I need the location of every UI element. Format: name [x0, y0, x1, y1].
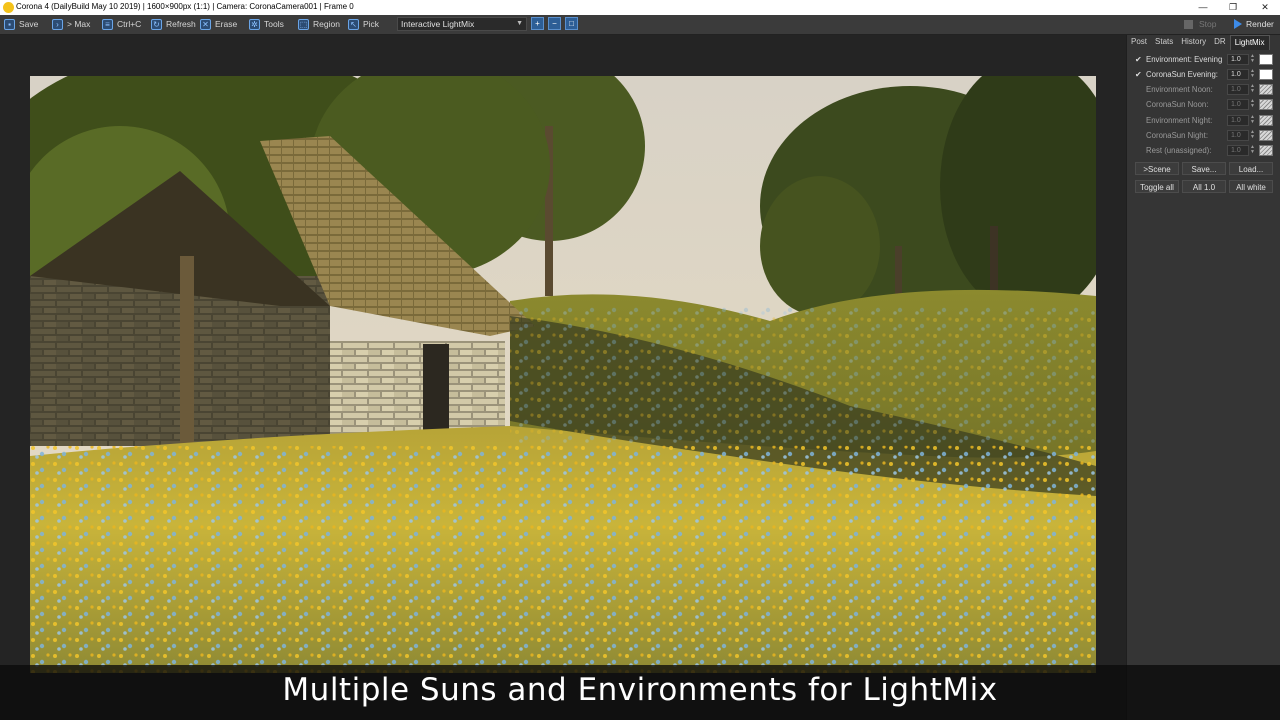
tab-post[interactable]: Post — [1127, 35, 1151, 49]
lightmix-row: ✔ Environment: Evening 1.0 ▲ ▼ — [1135, 54, 1277, 67]
lightmix-row: ✔ CoronaSun Evening: 1.0 ▲ ▼ — [1135, 69, 1277, 82]
region-button[interactable]: ⬚ Region — [298, 17, 340, 31]
copy-button[interactable]: ≡ Ctrl+C — [102, 17, 141, 31]
restore-button[interactable]: ❐ — [1218, 0, 1248, 15]
lightmix-intensity-input[interactable]: 1.0 — [1227, 69, 1249, 80]
lightmix-color-swatch[interactable] — [1259, 130, 1273, 141]
lightmix-intensity-input[interactable]: 1.0 — [1227, 84, 1249, 95]
lightmix-color-swatch[interactable] — [1259, 115, 1273, 126]
lightmix-intensity-input[interactable]: 1.0 — [1227, 115, 1249, 126]
lightmix-label: Environment Night: — [1146, 116, 1213, 125]
spinner-icon[interactable]: ▲ ▼ — [1250, 54, 1257, 65]
lightmix-color-swatch[interactable] — [1259, 69, 1273, 80]
lightmix-checkbox[interactable]: ✔ — [1135, 71, 1142, 79]
lightmix-label: CoronaSun Evening: — [1146, 70, 1218, 79]
chevron-down-icon: ▼ — [516, 20, 523, 27]
panel-tabs: Post Stats History DR LightMix — [1127, 35, 1280, 50]
zoom-fit-icon[interactable]: □ — [565, 17, 578, 30]
stop-button[interactable]: Stop — [1184, 17, 1217, 31]
pick-cursor-icon: ↖ — [348, 18, 359, 30]
send-to-max-button[interactable]: › > Max — [52, 17, 90, 31]
tools-button[interactable]: ✲ Tools — [249, 17, 284, 31]
copy-icon: ≡ — [102, 18, 113, 30]
save-icon: ▪ — [4, 18, 15, 30]
gear-icon: ✲ — [249, 18, 260, 30]
tab-dr[interactable]: DR — [1210, 35, 1230, 49]
window-title: Corona 4 (DailyBuild May 10 2019) | 1600… — [16, 2, 354, 11]
lightmix-label: Environment: Evening — [1146, 55, 1223, 64]
zoom-in-icon[interactable]: + — [531, 17, 544, 30]
spinner-icon[interactable]: ▲ ▼ — [1250, 84, 1257, 95]
max-icon: › — [52, 18, 63, 30]
channel-dropdown[interactable]: Interactive LightMix ▼ — [397, 17, 527, 31]
erase-icon: ✕ — [200, 18, 211, 30]
corona-app-icon — [3, 2, 14, 13]
lightmix-checkbox[interactable] — [1135, 101, 1142, 108]
all-white-button[interactable]: All white — [1229, 180, 1273, 193]
spinner-icon[interactable]: ▲ ▼ — [1250, 69, 1257, 80]
lightmix-intensity-input[interactable]: 1.0 — [1227, 99, 1249, 110]
tab-stats[interactable]: Stats — [1151, 35, 1177, 49]
tab-history[interactable]: History — [1177, 35, 1210, 49]
save-button[interactable]: ▪ Save — [4, 17, 38, 31]
rendered-scene — [30, 76, 1096, 673]
render-button[interactable]: Render — [1234, 17, 1274, 31]
refresh-button[interactable]: ↻ Refresh — [151, 17, 196, 31]
erase-button[interactable]: ✕ Erase — [200, 17, 237, 31]
spinner-icon[interactable]: ▲ ▼ — [1250, 115, 1257, 126]
lightmix-label: CoronaSun Noon: — [1146, 100, 1209, 109]
refresh-icon: ↻ — [151, 18, 162, 30]
load-lightmix-button[interactable]: Load... — [1229, 162, 1273, 175]
lightmix-row: Environment Noon: 1.0 ▲ ▼ — [1135, 84, 1277, 97]
lightmix-label: Environment Noon: — [1146, 85, 1213, 94]
lightmix-label: CoronaSun Night: — [1146, 131, 1208, 140]
pick-button[interactable]: ↖ Pick — [348, 17, 379, 31]
zoom-out-icon[interactable]: − — [548, 17, 561, 30]
lightmix-checkbox[interactable] — [1135, 132, 1142, 139]
stop-icon — [1184, 19, 1193, 29]
spinner-icon[interactable]: ▲ ▼ — [1250, 145, 1257, 156]
vfb-toolbar: ▪ Save › > Max ≡ Ctrl+C ↻ Refresh ✕ Eras… — [0, 15, 1280, 35]
rendered-image[interactable] — [30, 76, 1096, 673]
tab-lightmix[interactable]: LightMix — [1229, 35, 1270, 50]
play-icon — [1234, 19, 1242, 29]
lightmix-row: Rest (unassigned): 1.0 ▲ ▼ — [1135, 145, 1277, 158]
video-caption: Multiple Suns and Environments for Light… — [282, 672, 998, 708]
save-lightmix-button[interactable]: Save... — [1182, 162, 1226, 175]
toggle-all-button[interactable]: Toggle all — [1135, 180, 1179, 193]
minimize-button[interactable]: — — [1188, 0, 1218, 15]
lightmix-row: CoronaSun Night: 1.0 ▲ ▼ — [1135, 130, 1277, 143]
render-viewport[interactable] — [0, 35, 1126, 720]
lightmix-checkbox[interactable] — [1135, 147, 1142, 154]
lightmix-checkbox[interactable] — [1135, 86, 1142, 93]
lightmix-color-swatch[interactable] — [1259, 84, 1273, 95]
side-panel: Post Stats History DR LightMix ✔ Environ… — [1126, 35, 1280, 720]
all-one-button[interactable]: All 1.0 — [1182, 180, 1226, 193]
lightmix-row: Environment Night: 1.0 ▲ ▼ — [1135, 115, 1277, 128]
lightmix-row: CoronaSun Noon: 1.0 ▲ ▼ — [1135, 99, 1277, 112]
to-scene-button[interactable]: >Scene — [1135, 162, 1179, 175]
lightmix-intensity-input[interactable]: 1.0 — [1227, 54, 1249, 65]
window-title-bar: Corona 4 (DailyBuild May 10 2019) | 1600… — [0, 0, 1280, 15]
lightmix-checkbox[interactable]: ✔ — [1135, 56, 1142, 64]
lightmix-color-swatch[interactable] — [1259, 99, 1273, 110]
lightmix-label: Rest (unassigned): — [1146, 146, 1212, 155]
lightmix-color-swatch[interactable] — [1259, 54, 1273, 65]
spinner-icon[interactable]: ▲ ▼ — [1250, 99, 1257, 110]
lightmix-checkbox[interactable] — [1135, 117, 1142, 124]
lightmix-intensity-input[interactable]: 1.0 — [1227, 145, 1249, 156]
lightmix-intensity-input[interactable]: 1.0 — [1227, 130, 1249, 141]
region-icon: ⬚ — [298, 18, 309, 30]
close-button[interactable]: ✕ — [1250, 0, 1280, 15]
lightmix-color-swatch[interactable] — [1259, 145, 1273, 156]
spinner-icon[interactable]: ▲ ▼ — [1250, 130, 1257, 141]
